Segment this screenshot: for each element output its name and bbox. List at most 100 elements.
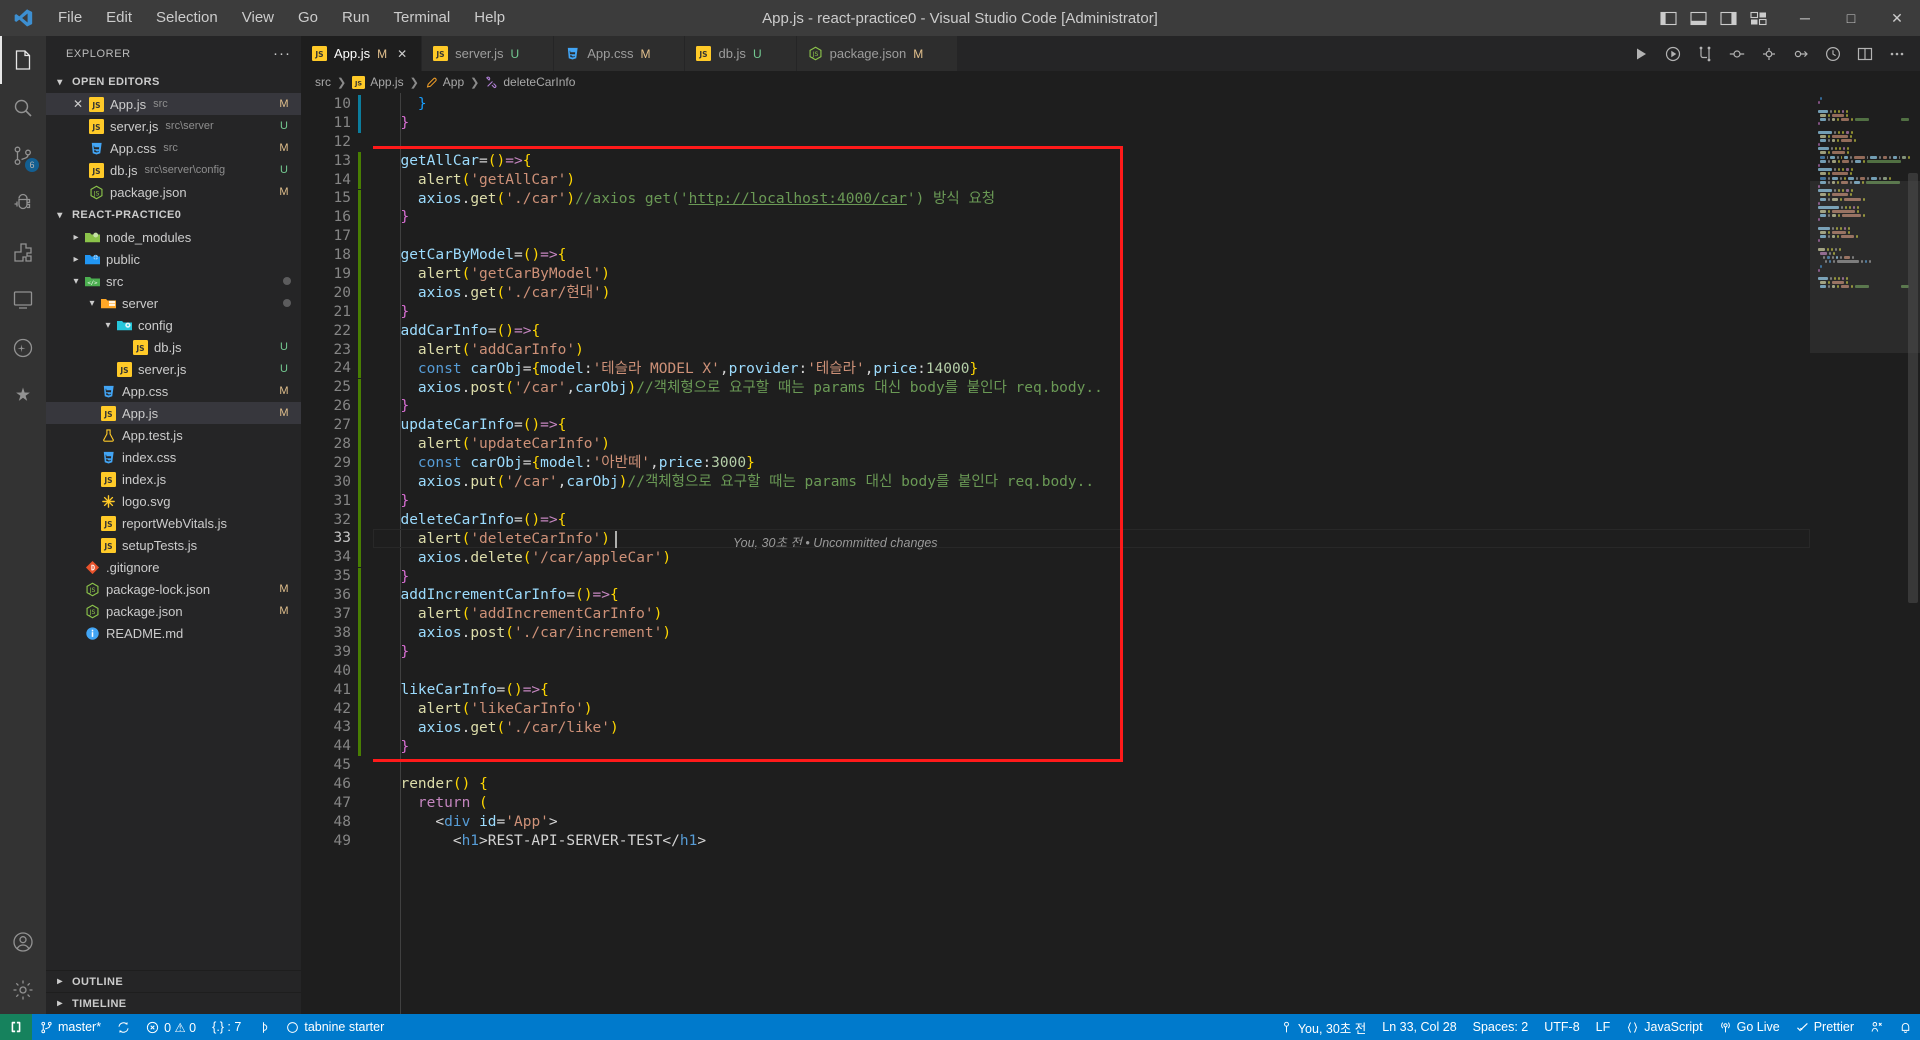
activity-favorites[interactable] <box>0 372 46 420</box>
tree-item-logo-svg[interactable]: logo.svg <box>46 490 301 512</box>
menu-run[interactable]: Run <box>330 5 382 31</box>
status-indentation[interactable]: Spaces: 2 <box>1465 1014 1537 1040</box>
status-go-live[interactable]: Go Live <box>1711 1014 1788 1040</box>
code-line[interactable]: likeCarInfo=()=>{ <box>373 681 1810 700</box>
tree-item-app-css[interactable]: App.css M <box>46 380 301 402</box>
tab-package-json[interactable]: JS package.json M <box>796 36 959 71</box>
more-actions-icon[interactable] <box>1888 45 1906 63</box>
tab-server-js[interactable]: JS server.js U <box>422 36 555 71</box>
activity-manage[interactable] <box>0 966 46 1014</box>
status-language-mode[interactable]: JavaScript <box>1618 1014 1710 1040</box>
menu-bar[interactable]: File Edit Selection View Go Run Terminal… <box>46 5 517 31</box>
maximize-button[interactable]: □ <box>1828 0 1874 36</box>
code-line[interactable]: alert('addCarInfo') <box>373 341 1810 360</box>
tab-app-js[interactable]: JS App.js M ✕ <box>301 36 423 71</box>
code-line[interactable] <box>373 757 1810 776</box>
tree-item-server[interactable]: ▾ server <box>46 292 301 314</box>
toggle-primary-sidebar-icon[interactable] <box>1658 8 1678 28</box>
split-editor-icon[interactable] <box>1856 45 1874 63</box>
toggle-panel-icon[interactable] <box>1688 8 1708 28</box>
customize-layout-icon[interactable] <box>1748 8 1768 28</box>
menu-edit[interactable]: Edit <box>94 5 144 31</box>
code-line[interactable]: addCarInfo=()=>{ <box>373 322 1810 341</box>
activity-test[interactable] <box>0 324 46 372</box>
open-editor-app-js[interactable]: ✕ JS App.js src M <box>46 93 301 115</box>
code-line[interactable]: updateCarInfo=()=>{ <box>373 416 1810 435</box>
code-line[interactable]: getAllCar=()=>{ <box>373 152 1810 171</box>
code-line[interactable]: alert('addIncrementCarInfo') <box>373 605 1810 624</box>
code-line[interactable]: } <box>373 738 1810 757</box>
code-line[interactable]: alert('getAllCar') <box>373 171 1810 190</box>
scrollbar-thumb[interactable] <box>1908 173 1918 603</box>
menu-go[interactable]: Go <box>286 5 330 31</box>
code-content[interactable]: } } getAllCar=()=>{ alert('getAllCar') a… <box>373 93 1810 1014</box>
clock-icon[interactable] <box>1824 45 1842 63</box>
tree-item-readme-md[interactable]: README.md <box>46 622 301 644</box>
close-icon[interactable]: ✕ <box>68 97 88 111</box>
code-line[interactable]: alert('getCarByModel') <box>373 265 1810 284</box>
toggle-secondary-sidebar-icon[interactable] <box>1718 8 1738 28</box>
tree-item-package-json[interactable]: JS package.json M <box>46 600 301 622</box>
open-editor-db-js[interactable]: JS db.js src\server\config U <box>46 159 301 181</box>
status-problems[interactable]: 0 ⚠ 0 <box>138 1014 204 1040</box>
code-line[interactable] <box>373 662 1810 681</box>
code-line[interactable]: axios.get('./car/현대') <box>373 284 1810 303</box>
tree-item-config[interactable]: ▾ config <box>46 314 301 336</box>
status-git-blame[interactable]: You, 30초 전 <box>1272 1014 1374 1040</box>
code-line[interactable]: addIncrementCarInfo=()=>{ <box>373 586 1810 605</box>
panel-timeline[interactable]: ▸ TIMELINE <box>46 992 301 1014</box>
status-remote-control[interactable] <box>1862 1014 1891 1040</box>
status-radon[interactable] <box>249 1014 278 1040</box>
dot-icon[interactable] <box>1760 45 1778 63</box>
status-encoding[interactable]: UTF-8 <box>1536 1014 1587 1040</box>
activity-accounts[interactable] <box>0 918 46 966</box>
status-json-indent[interactable]: {.} : 7 <box>204 1014 249 1040</box>
minimap[interactable] <box>1810 93 1920 1014</box>
tree-item-index-js[interactable]: JS index.js <box>46 468 301 490</box>
breadcrumb-item-src[interactable]: src <box>315 75 331 89</box>
code-line[interactable]: axios.post('/car',carObj)//객체형으로 요구할 때는 … <box>373 379 1810 398</box>
menu-file[interactable]: File <box>46 5 94 31</box>
code-line[interactable]: axios.get('./car')//axios get('http://lo… <box>373 190 1810 209</box>
status-eol[interactable]: LF <box>1588 1014 1619 1040</box>
arrow-icon[interactable] <box>1792 45 1810 63</box>
tree-item-public[interactable]: ▸ public <box>46 248 301 270</box>
tree-item-app-test-js[interactable]: App.test.js <box>46 424 301 446</box>
tree-item-reportwebvitals-js[interactable]: JS reportWebVitals.js <box>46 512 301 534</box>
tab-db-js[interactable]: JS db.js U <box>685 36 797 71</box>
tab-app-css[interactable]: App.css M <box>554 36 686 71</box>
code-line[interactable]: alert('updateCarInfo') <box>373 435 1810 454</box>
code-line[interactable] <box>373 227 1810 246</box>
open-editor-app-css[interactable]: App.css src M <box>46 137 301 159</box>
tree-item-node-modules[interactable]: ▸ node_modules <box>46 226 301 248</box>
open-editor-package-json[interactable]: JS package.json M <box>46 181 301 203</box>
activity-explorer[interactable] <box>0 36 46 84</box>
tree-item-src[interactable]: ▾ </> src <box>46 270 301 292</box>
tree-item-app-js[interactable]: JS App.js M <box>46 402 301 424</box>
sidebar-more-actions-icon[interactable]: ··· <box>273 45 291 62</box>
code-line[interactable]: render() { <box>373 775 1810 794</box>
code-line[interactable]: axios.post('./car/increment') <box>373 624 1810 643</box>
activity-extensions[interactable] <box>0 228 46 276</box>
tree-item-index-css[interactable]: index.css <box>46 446 301 468</box>
code-line[interactable]: } <box>373 643 1810 662</box>
code-line[interactable]: deleteCarInfo=()=>{ <box>373 511 1810 530</box>
status-tabnine[interactable]: tabnine starter <box>278 1014 392 1040</box>
menu-view[interactable]: View <box>230 5 286 31</box>
menu-help[interactable]: Help <box>462 5 517 31</box>
breadcrumb-item-app[interactable]: App <box>425 75 464 89</box>
open-editor-server-js[interactable]: JS server.js src\server U <box>46 115 301 137</box>
activity-remote-explorer[interactable] <box>0 276 46 324</box>
status-prettier[interactable]: Prettier <box>1788 1014 1862 1040</box>
code-line[interactable]: alert('likeCarInfo') <box>373 700 1810 719</box>
code-line[interactable]: axios.put('/car',carObj)//객체형으로 요구할 때는 p… <box>373 473 1810 492</box>
tree-item-server-js[interactable]: JS server.js U <box>46 358 301 380</box>
minimize-button[interactable]: ─ <box>1782 0 1828 36</box>
tree-item-db-js[interactable]: JS db.js U <box>46 336 301 358</box>
tree-item-gitignore[interactable]: .gitignore <box>46 556 301 578</box>
code-line[interactable]: } <box>373 568 1810 587</box>
tree-item-setuptests-js[interactable]: JS setupTests.js <box>46 534 301 556</box>
code-line[interactable]: axios.delete('/car/appleCar') <box>373 549 1810 568</box>
status-git-branch[interactable]: master* <box>32 1014 109 1040</box>
breadcrumb-item-deletecarinfo[interactable]: deleteCarInfo <box>485 75 575 89</box>
